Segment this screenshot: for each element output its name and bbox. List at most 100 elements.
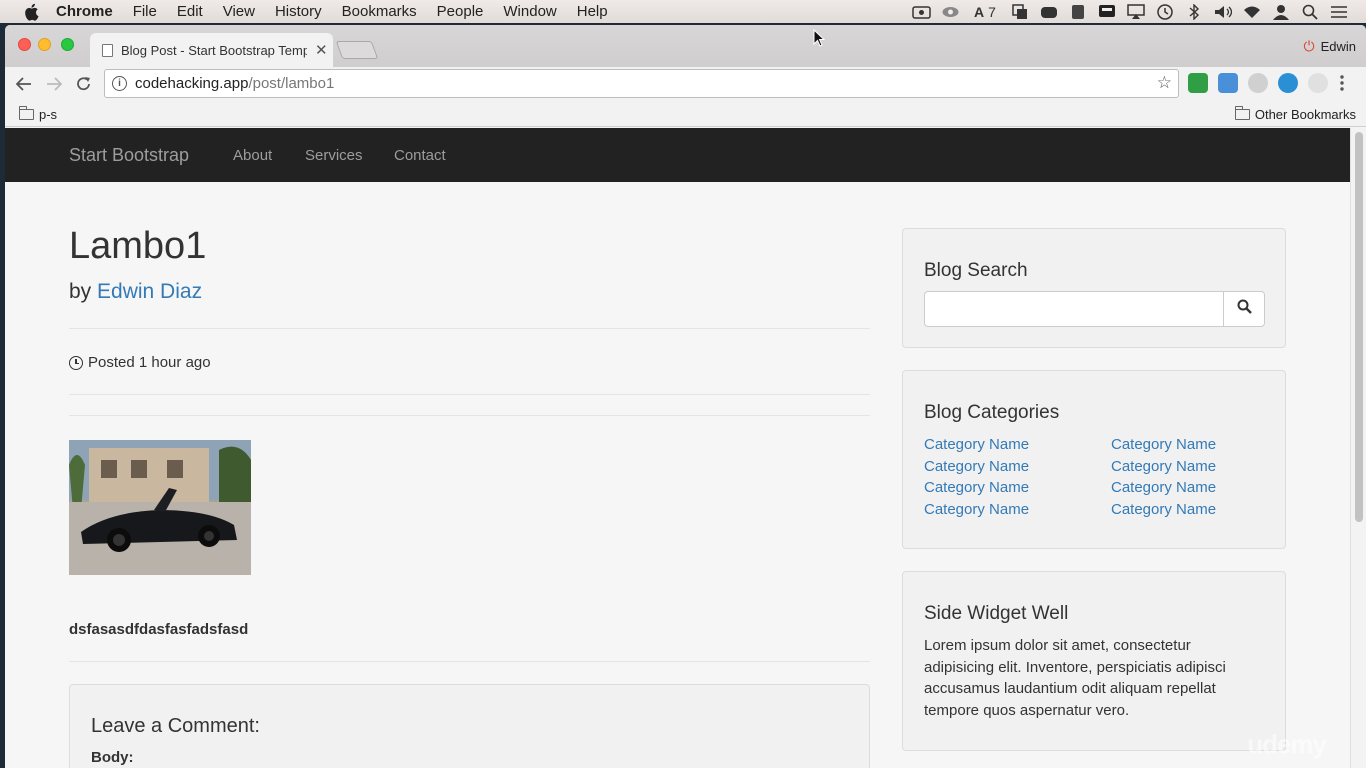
font-icon[interactable]: A7: [970, 4, 1000, 20]
comment-body-label: Body:: [91, 749, 134, 766]
time-machine-icon[interactable]: [1155, 3, 1174, 20]
search-button[interactable]: [1223, 291, 1265, 327]
category-link[interactable]: Category Name: [1111, 434, 1216, 456]
extension-green-icon[interactable]: [1188, 73, 1208, 93]
bookmark-folder-other[interactable]: Other Bookmarks: [1234, 106, 1356, 122]
menu-app-name[interactable]: Chrome: [56, 3, 113, 20]
url-path: /post/lambo1: [248, 75, 335, 92]
close-tab-icon[interactable]: ✕: [315, 41, 328, 59]
menu-view[interactable]: View: [223, 3, 255, 20]
page-icon: [102, 43, 113, 57]
menubar-status-area: A7: [912, 0, 1348, 23]
minimize-window-button[interactable]: [38, 38, 51, 51]
category-link[interactable]: Category Name: [924, 499, 1029, 521]
comment-heading: Leave a Comment:: [91, 715, 260, 737]
tab-blog-post[interactable]: Blog Post - Start Bootstrap Template ✕: [90, 33, 333, 67]
eye-icon[interactable]: [941, 4, 960, 20]
gamepad-icon[interactable]: [1039, 4, 1058, 20]
by-label: by: [69, 280, 92, 303]
scrollbar-thumb[interactable]: [1355, 132, 1363, 522]
close-window-button[interactable]: [18, 38, 31, 51]
extension-cloud-icon[interactable]: [1248, 73, 1268, 93]
zoom-window-button[interactable]: [61, 38, 74, 51]
menu-file[interactable]: File: [133, 3, 157, 20]
comment-form-well: Leave a Comment: Body:: [69, 684, 870, 768]
bookmark-star-icon[interactable]: ☆: [1157, 73, 1172, 93]
category-link[interactable]: Category Name: [924, 477, 1029, 499]
user-icon[interactable]: [1271, 4, 1290, 20]
folder-icon: [1234, 106, 1250, 120]
divider: [69, 328, 870, 329]
mac-menubar: Chrome File Edit View History Bookmarks …: [0, 0, 1366, 23]
category-link[interactable]: Category Name: [1111, 456, 1216, 478]
post-image: [69, 440, 251, 575]
menu-people[interactable]: People: [437, 3, 484, 20]
bluetooth-icon[interactable]: [1184, 3, 1203, 20]
bookmark-folder-ps[interactable]: p-s: [19, 106, 58, 122]
chrome-menu-icon[interactable]: [1339, 73, 1347, 93]
list-icon[interactable]: [1329, 4, 1348, 20]
browser-window: Blog Post - Start Bootstrap Template ✕ ⏻…: [5, 25, 1366, 768]
udemy-watermark: udemy: [1247, 729, 1327, 759]
categories-heading: Blog Categories: [924, 402, 1060, 423]
search-input[interactable]: [924, 291, 1224, 327]
post-author-line: by Edwin Diaz: [69, 280, 202, 304]
terminal-icon[interactable]: [1097, 4, 1116, 20]
profile-name: Edwin: [1320, 39, 1356, 54]
volume-icon[interactable]: [1213, 4, 1232, 20]
divider: [69, 394, 870, 395]
nav-link-services[interactable]: Services: [305, 147, 363, 164]
apple-icon[interactable]: [20, 2, 42, 22]
mouse-cursor-icon: [813, 29, 825, 47]
wifi-icon[interactable]: [1242, 4, 1261, 20]
forward-arrow-icon[interactable]: [42, 72, 66, 96]
profile-icon: ⏻: [1303, 38, 1315, 54]
navbar-brand[interactable]: Start Bootstrap: [69, 145, 189, 166]
divider: [69, 661, 870, 662]
airplay-icon[interactable]: [1126, 3, 1145, 20]
menu-history[interactable]: History: [275, 3, 322, 20]
facetime-icon[interactable]: [912, 4, 931, 20]
menu-edit[interactable]: Edit: [177, 3, 203, 20]
author-link[interactable]: Edwin Diaz: [97, 280, 202, 303]
extension-blue-icon[interactable]: [1218, 73, 1238, 93]
widget-text: Lorem ipsum dolor sit amet, consectetur …: [924, 637, 1226, 719]
category-link[interactable]: Category Name: [924, 434, 1029, 456]
clock-icon: [69, 355, 83, 370]
nav-link-about[interactable]: About: [233, 147, 272, 164]
nav-link-contact[interactable]: Contact: [394, 147, 446, 164]
side-widget-well: Side Widget Well Lorem ipsum dolor sit a…: [902, 571, 1286, 751]
bookmark-folder-label: p-s: [39, 107, 58, 122]
info-icon[interactable]: i: [112, 76, 127, 91]
page-scrollbar[interactable]: [1350, 128, 1366, 768]
reload-icon[interactable]: [72, 72, 96, 96]
search-heading: Blog Search: [924, 260, 1028, 281]
new-tab-button[interactable]: [335, 41, 379, 59]
blog-search-well: Blog Search: [902, 228, 1286, 348]
bookmark-folder-label: Other Bookmarks: [1254, 107, 1356, 122]
menu-help[interactable]: Help: [577, 3, 608, 20]
widget-heading: Side Widget Well: [924, 603, 1069, 624]
category-link[interactable]: Category Name: [1111, 499, 1216, 521]
search-icon: [1237, 299, 1252, 319]
post-date: Posted 1 hour ago: [69, 354, 211, 371]
extension-sync-icon[interactable]: [1278, 73, 1298, 93]
blog-categories-well: Blog Categories Category Name Category N…: [902, 370, 1286, 549]
profile-button[interactable]: ⏻ Edwin: [1304, 38, 1357, 55]
category-link[interactable]: Category Name: [1111, 477, 1216, 499]
menu-window[interactable]: Window: [503, 3, 556, 20]
categories-column-left: Category Name Category Name Category Nam…: [924, 434, 1029, 520]
post-title: Lambo1: [69, 225, 207, 267]
post-body: dsfasasdfdasfasfadsfasd: [69, 621, 249, 638]
spotlight-icon[interactable]: [1300, 4, 1319, 20]
tab-strip: Blog Post - Start Bootstrap Template ✕ ⏻…: [5, 25, 1366, 67]
back-arrow-icon[interactable]: [12, 72, 36, 96]
menu-bookmarks[interactable]: Bookmarks: [342, 3, 417, 20]
copy-icon[interactable]: [1010, 3, 1029, 20]
extension-gray-icon[interactable]: [1308, 73, 1328, 93]
address-bar[interactable]: i codehacking.app/post/lambo1 ☆: [104, 69, 1179, 98]
page-viewport: Start Bootstrap About Services Contact L…: [5, 128, 1350, 768]
book-icon[interactable]: [1068, 4, 1087, 20]
category-link[interactable]: Category Name: [924, 456, 1029, 478]
divider: [69, 415, 870, 416]
